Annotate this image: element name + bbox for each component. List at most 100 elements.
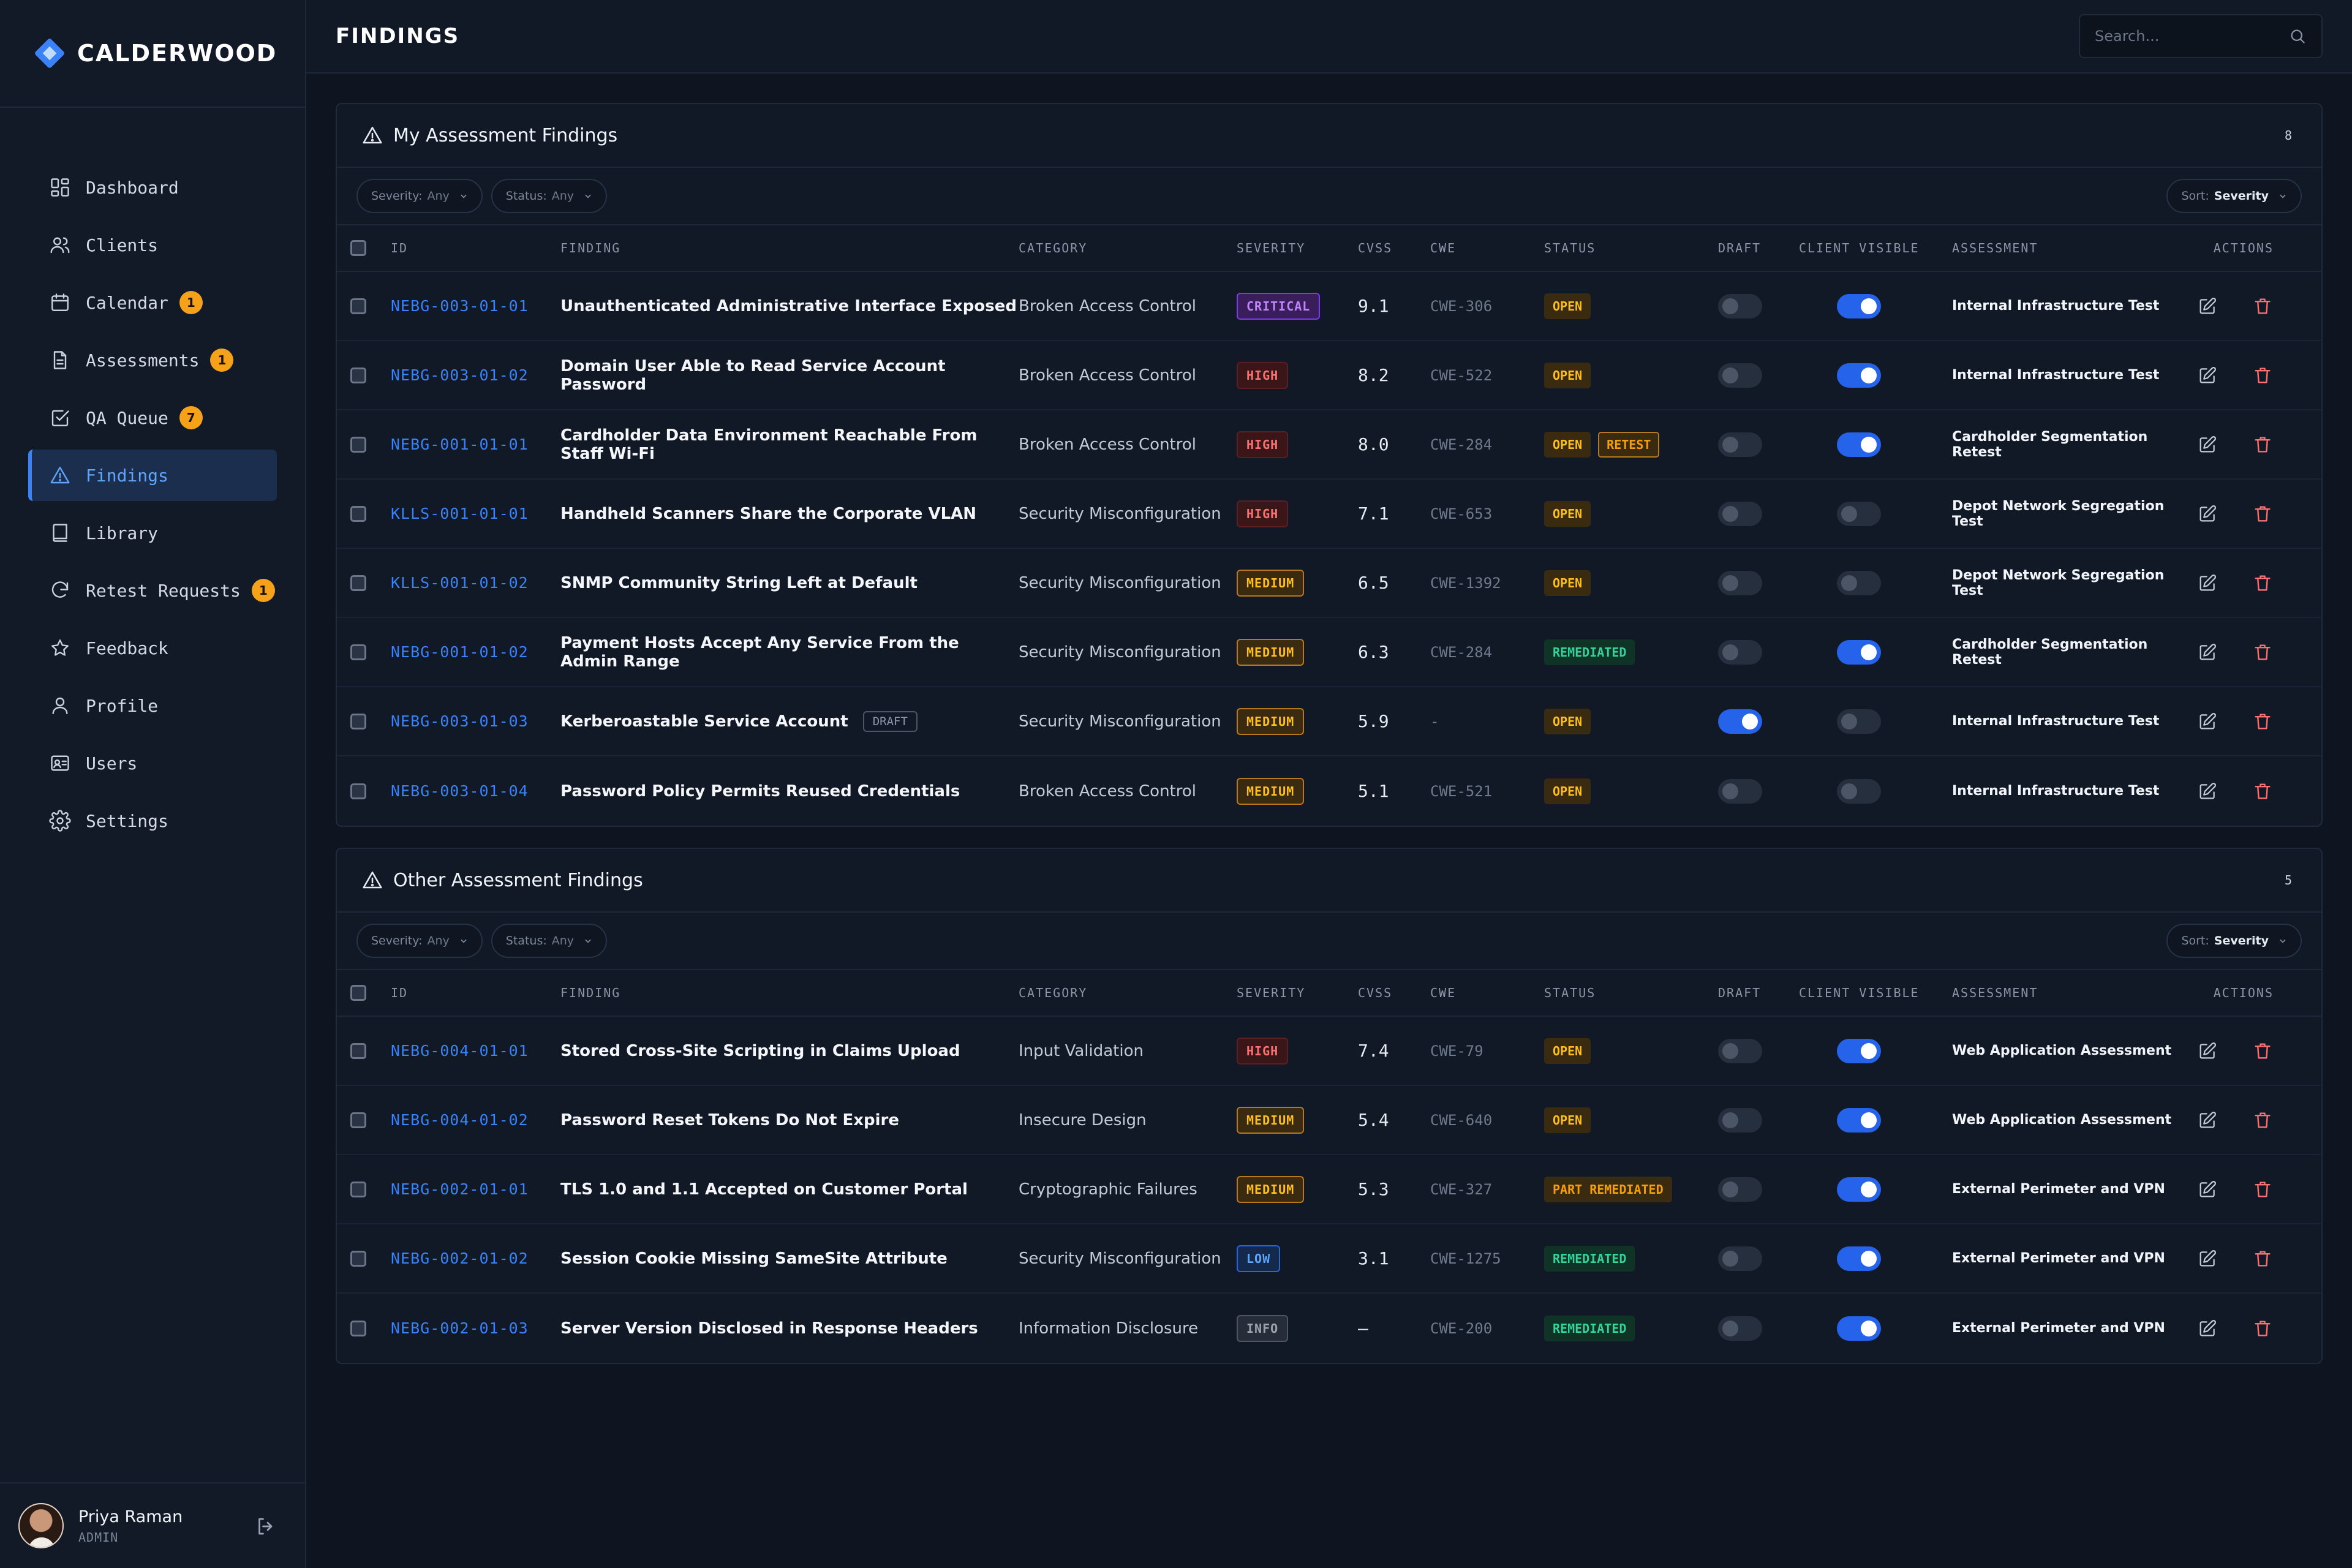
logout-icon[interactable] (255, 1515, 277, 1537)
sort-select[interactable]: Sort: Severity (2166, 179, 2302, 213)
sidebar-item-calendar[interactable]: Calendar 1 (28, 277, 277, 328)
delete-icon[interactable] (2252, 434, 2273, 455)
assessment-name[interactable]: Depot Network Segregation Test (1952, 568, 2164, 598)
finding-title[interactable]: Session Cookie Missing SameSite Attribut… (560, 1250, 948, 1268)
sidebar-item-users[interactable]: Users (28, 737, 277, 789)
client-visible-toggle[interactable] (1837, 1316, 1881, 1341)
assessment-name[interactable]: Internal Infrastructure Test (1952, 368, 2159, 383)
finding-id-link[interactable]: NEBG-002-01-03 (391, 1319, 529, 1337)
delete-icon[interactable] (2252, 642, 2273, 663)
search-icon[interactable] (2288, 27, 2307, 45)
finding-id-link[interactable]: NEBG-004-01-02 (391, 1111, 529, 1129)
table-row[interactable]: NEBG-001-01-01 Cardholder Data Environme… (337, 410, 2321, 480)
finding-id-link[interactable]: NEBG-003-01-02 (391, 366, 529, 384)
client-visible-toggle[interactable] (1837, 1038, 1881, 1063)
client-visible-toggle[interactable] (1837, 570, 1881, 595)
draft-toggle[interactable] (1718, 363, 1762, 388)
finding-id-link[interactable]: NEBG-002-01-02 (391, 1250, 529, 1267)
edit-icon[interactable] (2197, 642, 2218, 663)
finding-title[interactable]: TLS 1.0 and 1.1 Accepted on Customer Por… (560, 1180, 968, 1199)
finding-title[interactable]: Kerberoastable Service Account DRAFT (560, 710, 918, 732)
col-severity[interactable]: SEVERITY (1237, 986, 1358, 1000)
draft-toggle[interactable] (1718, 1246, 1762, 1271)
row-checkbox[interactable] (350, 505, 366, 522)
table-row[interactable]: NEBG-004-01-02 Password Reset Tokens Do … (337, 1086, 2321, 1155)
col-cvss[interactable]: CVSS (1358, 241, 1430, 255)
draft-toggle[interactable] (1718, 293, 1762, 318)
delete-icon[interactable] (2252, 711, 2273, 732)
draft-toggle[interactable] (1718, 501, 1762, 526)
draft-toggle[interactable] (1718, 709, 1762, 734)
client-visible-toggle[interactable] (1837, 501, 1881, 526)
assessment-name[interactable]: Internal Infrastructure Test (1952, 714, 2159, 729)
col-cwe[interactable]: CWE (1430, 241, 1544, 255)
sidebar-item-findings[interactable]: Findings (28, 450, 277, 501)
edit-icon[interactable] (2197, 781, 2218, 802)
row-checkbox[interactable] (350, 436, 366, 453)
table-row[interactable]: NEBG-002-01-01 TLS 1.0 and 1.1 Accepted … (337, 1155, 2321, 1224)
finding-title[interactable]: Password Policy Permits Reused Credentia… (560, 782, 960, 801)
client-visible-toggle[interactable] (1837, 639, 1881, 665)
delete-icon[interactable] (2252, 1248, 2273, 1269)
draft-toggle[interactable] (1718, 1316, 1762, 1341)
table-row[interactable]: KLLS-001-01-01 Handheld Scanners Share t… (337, 480, 2321, 549)
finding-id-link[interactable]: NEBG-004-01-01 (391, 1042, 529, 1060)
select-all-checkbox[interactable] (350, 985, 366, 1001)
sidebar-item-profile[interactable]: Profile (28, 680, 277, 731)
sidebar-item-feedback[interactable]: Feedback (28, 622, 277, 674)
sidebar-item-assessments[interactable]: Assessments 1 (28, 334, 277, 386)
finding-title[interactable]: Stored Cross-Site Scripting in Claims Up… (560, 1042, 960, 1060)
delete-icon[interactable] (2252, 503, 2273, 524)
table-row[interactable]: NEBG-001-01-02 Payment Hosts Accept Any … (337, 618, 2321, 687)
client-visible-toggle[interactable] (1837, 709, 1881, 734)
col-finding[interactable]: FINDING (560, 986, 1019, 1000)
row-checkbox[interactable] (350, 713, 366, 729)
status-filter[interactable]: Status: Any (491, 924, 608, 958)
client-visible-toggle[interactable] (1837, 1177, 1881, 1202)
draft-toggle[interactable] (1718, 639, 1762, 665)
draft-toggle[interactable] (1718, 1177, 1762, 1202)
finding-title[interactable]: Handheld Scanners Share the Corporate VL… (560, 505, 976, 523)
col-assessment[interactable]: ASSESSMENT (1952, 241, 2192, 255)
edit-icon[interactable] (2197, 296, 2218, 317)
draft-toggle[interactable] (1718, 1107, 1762, 1133)
sidebar-item-library[interactable]: Library (28, 507, 277, 559)
avatar[interactable] (18, 1503, 64, 1548)
row-checkbox[interactable] (350, 1181, 366, 1197)
assessment-name[interactable]: Internal Infrastructure Test (1952, 783, 2159, 799)
row-checkbox[interactable] (350, 1112, 366, 1128)
delete-icon[interactable] (2252, 1110, 2273, 1131)
sidebar-item-settings[interactable]: Settings (28, 795, 277, 846)
edit-icon[interactable] (2197, 1179, 2218, 1200)
draft-toggle[interactable] (1718, 1038, 1762, 1063)
status-filter[interactable]: Status: Any (491, 179, 608, 213)
delete-icon[interactable] (2252, 365, 2273, 386)
finding-title[interactable]: Domain User Able to Read Service Account… (560, 357, 1019, 394)
sidebar-item-dashboard[interactable]: Dashboard (28, 162, 277, 213)
search-box[interactable] (2079, 14, 2323, 58)
finding-title[interactable]: Payment Hosts Accept Any Service From th… (560, 634, 1019, 671)
delete-icon[interactable] (2252, 781, 2273, 802)
col-id[interactable]: ID (391, 986, 560, 1000)
assessment-name[interactable]: Depot Network Segregation Test (1952, 499, 2164, 529)
finding-title[interactable]: Cardholder Data Environment Reachable Fr… (560, 426, 1019, 463)
sidebar-item-retest-requests[interactable]: Retest Requests 1 (28, 565, 277, 616)
draft-toggle[interactable] (1718, 432, 1762, 457)
finding-id-link[interactable]: NEBG-003-01-01 (391, 297, 529, 315)
col-status[interactable]: STATUS (1544, 986, 1718, 1000)
finding-id-link[interactable]: NEBG-001-01-01 (391, 435, 529, 453)
finding-id-link[interactable]: NEBG-003-01-04 (391, 782, 529, 800)
client-visible-toggle[interactable] (1837, 778, 1881, 804)
client-visible-toggle[interactable] (1837, 432, 1881, 457)
finding-id-link[interactable]: KLLS-001-01-01 (391, 505, 529, 522)
edit-icon[interactable] (2197, 434, 2218, 455)
delete-icon[interactable] (2252, 296, 2273, 317)
row-checkbox[interactable] (350, 783, 366, 799)
search-input[interactable] (2095, 28, 2278, 45)
table-row[interactable]: NEBG-003-01-04 Password Policy Permits R… (337, 756, 2321, 826)
assessment-name[interactable]: Internal Infrastructure Test (1952, 298, 2159, 314)
edit-icon[interactable] (2197, 711, 2218, 732)
brand[interactable]: CALDERWOOD (0, 0, 305, 108)
row-checkbox[interactable] (350, 1250, 366, 1267)
col-category[interactable]: CATEGORY (1019, 986, 1237, 1000)
